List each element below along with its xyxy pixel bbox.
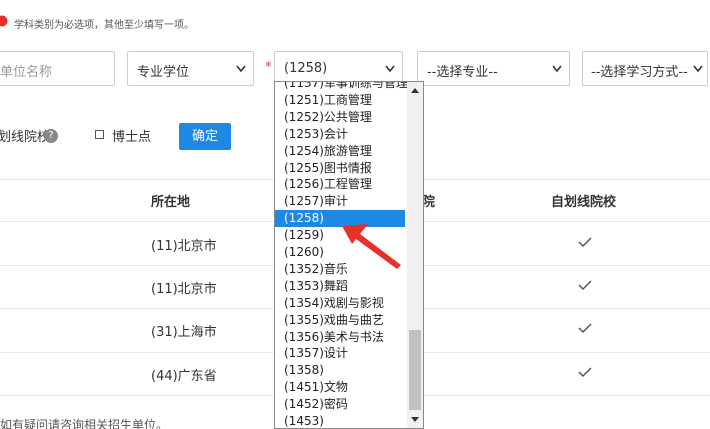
check-icon (578, 323, 592, 334)
unit-name-placeholder: 单位名称 (0, 65, 53, 80)
table-row-location: (11)北京市 (151, 239, 217, 254)
table-row-location: (44)广东省 (151, 369, 217, 384)
scroll-up-arrow-icon[interactable] (411, 88, 419, 93)
dropdown-option[interactable]: (1352)音乐 (275, 261, 405, 278)
dropdown-option[interactable]: (1356)美术与书法 (275, 329, 405, 346)
dropdown-option[interactable]: (1255)图书情报 (275, 160, 405, 177)
unit-name-input[interactable]: 单位名称 (0, 51, 115, 86)
scroll-down-arrow-icon[interactable] (411, 417, 419, 422)
column-header-self-drawn: 自划线院校 (551, 195, 617, 210)
chevron-down-icon (552, 65, 562, 73)
dropdown-option[interactable]: (1355)戏曲与曲艺 (275, 312, 405, 329)
dropdown-option[interactable]: (1260) (275, 244, 405, 261)
required-mark: * (265, 60, 272, 75)
chevron-down-icon (385, 65, 395, 73)
dropdown-option[interactable]: (1451)文物 (275, 379, 405, 396)
subject-value: (1258) (284, 61, 328, 76)
dropdown-option[interactable]: (1357)设计 (275, 345, 405, 362)
dropdown-option[interactable]: (1453) (275, 413, 405, 428)
confirm-button[interactable]: 确定 (179, 123, 231, 150)
major-placeholder: --选择专业-- (427, 65, 498, 80)
form-note: 学科类别为必选项，其他至少填写一项。 (14, 20, 194, 31)
dropdown-option[interactable]: (1258) (275, 210, 405, 228)
dropdown-scrollbar[interactable] (407, 82, 423, 428)
dropdown-option[interactable]: (1259) (275, 227, 405, 244)
dropdown-option[interactable]: (1354)戏剧与影视 (275, 295, 405, 312)
chevron-down-icon (236, 65, 246, 73)
study-mode-select[interactable]: --选择学习方式-- (582, 51, 708, 86)
footer-note: 如有疑问请咨询相关招生单位。 (0, 418, 169, 429)
dropdown-option[interactable]: (1256)工程管理 (275, 176, 405, 193)
scrollbar-thumb[interactable] (409, 330, 421, 410)
dropdown-option[interactable]: (1251)工商管理 (275, 92, 405, 109)
phd-label: 博士点 (112, 130, 152, 145)
dropdown-option[interactable]: (1137)军事训练与管理 (275, 82, 408, 92)
dropdown-option[interactable]: (1253)会计 (275, 126, 405, 143)
major-select[interactable]: --选择专业-- (417, 51, 570, 86)
check-icon (578, 280, 592, 291)
check-icon (578, 237, 592, 248)
help-icon[interactable]: ? (44, 129, 58, 143)
phd-checkbox[interactable] (95, 130, 104, 139)
subject-dropdown-list[interactable]: (1137)军事训练与管理 (1251)工商管理 (1252)公共管理 (1253)会… (274, 81, 424, 429)
dropdown-option[interactable]: (1252)公共管理 (275, 109, 405, 126)
dropdown-option[interactable]: (1358) (275, 362, 405, 379)
degree-type-select[interactable]: 专业学位 (127, 51, 254, 86)
check-icon (578, 367, 592, 378)
chevron-down-icon (693, 65, 703, 73)
dropdown-option[interactable]: (1257)审计 (275, 193, 405, 210)
degree-type-value: 专业学位 (137, 65, 190, 80)
table-row-location: (31)上海市 (151, 325, 217, 340)
dropdown-option[interactable]: (1452)密码 (275, 396, 405, 413)
self-drawn-label: 划线院校 (0, 130, 51, 145)
study-mode-placeholder: --选择学习方式-- (591, 65, 688, 80)
dropdown-option[interactable]: (1254)旅游管理 (275, 143, 405, 160)
dropdown-option[interactable]: (1353)舞蹈 (275, 278, 405, 295)
column-header-location: 所在地 (151, 195, 191, 210)
info-icon (0, 15, 8, 27)
table-row-location: (11)北京市 (151, 282, 217, 297)
